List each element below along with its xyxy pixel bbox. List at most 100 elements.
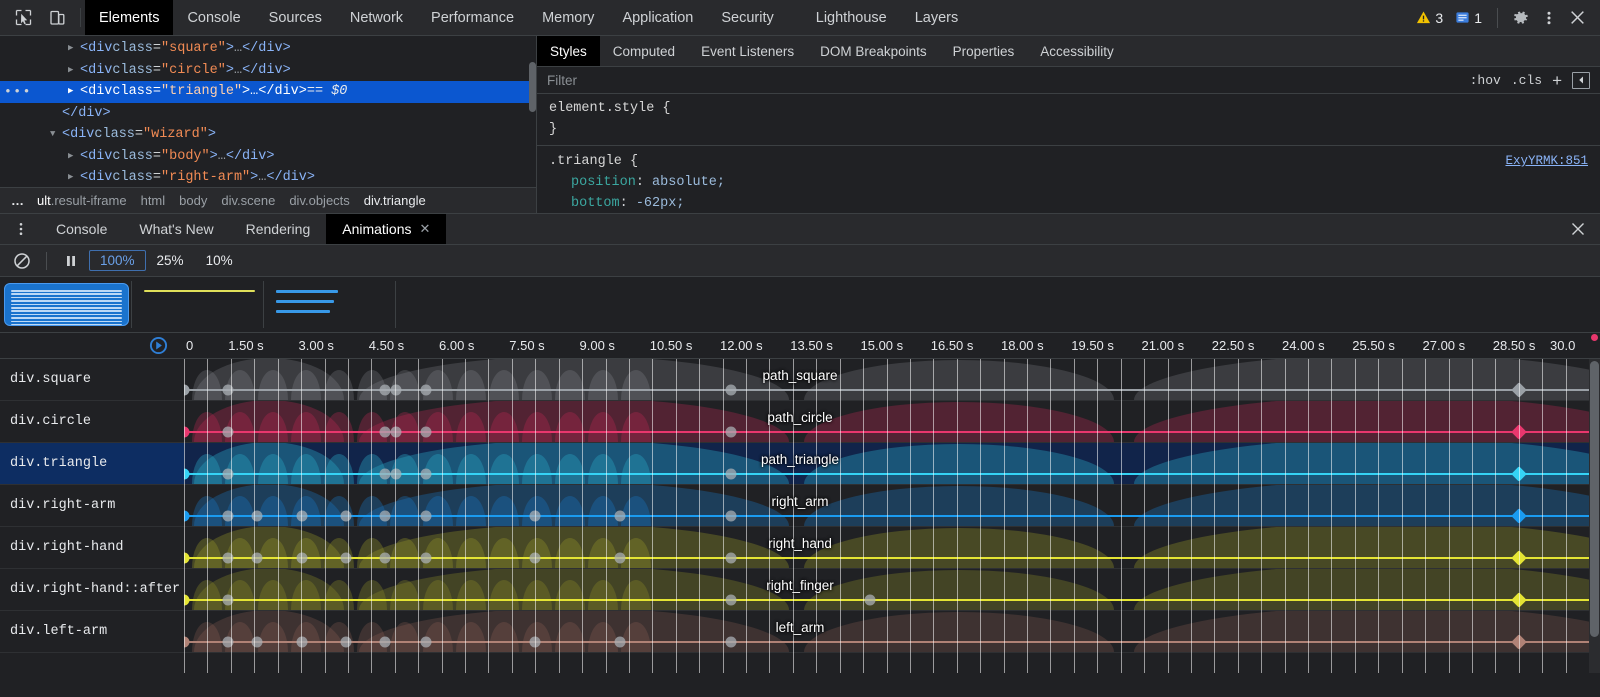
- animation-track[interactable]: [184, 485, 1600, 526]
- dom-node-row[interactable]: </div>: [0, 103, 536, 125]
- dom-node-row[interactable]: ▶<div class="body">…</div>: [0, 146, 536, 168]
- animation-keyframe-marker[interactable]: [379, 385, 390, 396]
- disclosure-triangle-icon[interactable]: ▶: [68, 60, 78, 82]
- animation-keyframe-marker[interactable]: [420, 427, 431, 438]
- drawer-tab-close-icon[interactable]: ✕: [420, 221, 431, 237]
- styles-tab-properties[interactable]: Properties: [940, 36, 1028, 66]
- gear-icon[interactable]: [1508, 5, 1534, 31]
- animation-keyframe-marker[interactable]: [420, 385, 431, 396]
- styles-tab-event-listeners[interactable]: Event Listeners: [688, 36, 807, 66]
- tab-network[interactable]: Network: [336, 0, 417, 35]
- drawer-close-icon[interactable]: [1556, 214, 1600, 244]
- css-rule-origin[interactable]: ExyYRMK:851: [1505, 151, 1588, 172]
- animation-row[interactable]: div.right-arm: [0, 485, 1600, 527]
- breadcrumb-item[interactable]: ult.result-iframe: [30, 193, 134, 208]
- animation-row-selector[interactable]: div.right-hand: [0, 527, 184, 568]
- animation-row-selector[interactable]: div.right-hand::after: [0, 569, 184, 610]
- animations-scrollbar[interactable]: [1589, 359, 1600, 673]
- animation-group-preview[interactable]: [264, 281, 396, 328]
- animation-row-selector[interactable]: div.left-arm: [0, 611, 184, 652]
- animation-keyframe-marker[interactable]: [222, 595, 233, 606]
- dom-node-row[interactable]: ▼<div class="wizard">: [0, 124, 536, 146]
- animation-track[interactable]: [184, 611, 1600, 652]
- message-counter[interactable]: 1: [1450, 10, 1487, 26]
- css-declaration[interactable]: position: absolute;: [549, 172, 1588, 193]
- tab-elements[interactable]: Elements: [85, 0, 173, 35]
- dom-node-row[interactable]: ▶<div class="circle">…</div>: [0, 60, 536, 82]
- animation-keyframe-marker[interactable]: [530, 553, 541, 564]
- animation-keyframe-marker[interactable]: [222, 469, 233, 480]
- css-selector[interactable]: .triangle {: [549, 151, 1588, 172]
- animation-keyframe-marker[interactable]: [391, 385, 402, 396]
- replay-icon[interactable]: [149, 336, 168, 359]
- tab-security[interactable]: Security: [707, 0, 787, 35]
- clear-all-icon[interactable]: [8, 248, 36, 274]
- animation-keyframe-marker[interactable]: [252, 637, 263, 648]
- new-style-rule-button[interactable]: +: [1552, 72, 1562, 89]
- animation-keyframe-marker[interactable]: [379, 469, 390, 480]
- animation-keyframe-marker[interactable]: [530, 511, 541, 522]
- breadcrumb-item[interactable]: html: [134, 193, 173, 208]
- animation-row[interactable]: div.right-hand: [0, 527, 1600, 569]
- drawer-more-tabs-icon[interactable]: [0, 214, 40, 244]
- breadcrumb-item[interactable]: div.triangle: [357, 193, 433, 208]
- animation-keyframe-marker[interactable]: [614, 637, 625, 648]
- animation-keyframe-marker[interactable]: [340, 637, 351, 648]
- computed-sidebar-toggle-icon[interactable]: [1572, 72, 1590, 89]
- animation-row[interactable]: div.right-hand::after: [0, 569, 1600, 611]
- animation-row-selector[interactable]: div.triangle: [0, 443, 184, 484]
- styles-filter-input[interactable]: [547, 73, 1460, 88]
- animation-keyframe-marker[interactable]: [725, 637, 736, 648]
- animation-keyframe-marker[interactable]: [725, 427, 736, 438]
- animation-row-selector[interactable]: div.right-arm: [0, 485, 184, 526]
- close-icon[interactable]: [1564, 5, 1590, 31]
- animation-keyframe-marker[interactable]: [391, 427, 402, 438]
- tab-lighthouse[interactable]: Lighthouse: [802, 0, 901, 35]
- animation-keyframe-marker[interactable]: [222, 385, 233, 396]
- tab-performance[interactable]: Performance: [417, 0, 528, 35]
- styles-tab-dom-breakpoints[interactable]: DOM Breakpoints: [807, 36, 940, 66]
- animation-keyframe-marker[interactable]: [725, 553, 736, 564]
- animation-track[interactable]: [184, 443, 1600, 484]
- dom-node-row[interactable]: •••▶<div class="triangle">…</div> == $0: [0, 81, 536, 103]
- elements-scrollbar-thumb[interactable]: [529, 62, 536, 112]
- playback-speed-25[interactable]: 25%: [146, 250, 195, 271]
- breadcrumb-item[interactable]: div.objects: [282, 193, 356, 208]
- device-toolbar-icon[interactable]: [44, 5, 70, 31]
- css-rule[interactable]: .triangle {position: absolute;bottom: -6…: [537, 145, 1600, 213]
- tab-application[interactable]: Application: [608, 0, 707, 35]
- animation-keyframe-marker[interactable]: [222, 511, 233, 522]
- disclosure-triangle-icon[interactable]: ▶: [68, 146, 78, 168]
- animation-track[interactable]: [184, 569, 1600, 610]
- timeline-ruler[interactable]: 01.50 s3.00 s4.50 s6.00 s7.50 s9.00 s10.…: [0, 333, 1600, 359]
- styles-tab-styles[interactable]: Styles: [537, 36, 600, 66]
- animation-keyframe-marker[interactable]: [864, 595, 875, 606]
- animation-keyframe-marker[interactable]: [340, 511, 351, 522]
- animation-keyframe-marker[interactable]: [530, 637, 541, 648]
- css-selector[interactable]: element.style {: [549, 98, 1588, 119]
- disclosure-triangle-icon[interactable]: ▶: [68, 167, 78, 189]
- node-gutter-dots[interactable]: •••: [4, 81, 32, 103]
- disclosure-triangle-icon[interactable]: ▶: [68, 38, 78, 60]
- animation-keyframe-marker[interactable]: [222, 427, 233, 438]
- animation-keyframe-marker[interactable]: [252, 553, 263, 564]
- drawer-tab-rendering[interactable]: Rendering: [230, 214, 327, 244]
- animation-keyframe-marker[interactable]: [725, 469, 736, 480]
- animation-row-selector[interactable]: div.square: [0, 359, 184, 400]
- kebab-menu-icon[interactable]: [1536, 5, 1562, 31]
- animation-row[interactable]: div.circle: [0, 401, 1600, 443]
- animation-keyframe-marker[interactable]: [725, 595, 736, 606]
- animation-keyframe-marker[interactable]: [222, 637, 233, 648]
- animations-scrollbar-thumb[interactable]: [1590, 361, 1599, 637]
- styles-tab-accessibility[interactable]: Accessibility: [1027, 36, 1127, 66]
- animation-row[interactable]: div.left-arm: [0, 611, 1600, 653]
- drawer-tab-what-s-new[interactable]: What's New: [123, 214, 229, 244]
- animation-keyframe-marker[interactable]: [420, 637, 431, 648]
- dom-node-row[interactable]: ▶<div class="right-arm">…</div>: [0, 167, 536, 189]
- animation-keyframe-marker[interactable]: [614, 553, 625, 564]
- animation-keyframe-marker[interactable]: [340, 553, 351, 564]
- animation-keyframe-marker[interactable]: [379, 637, 390, 648]
- animation-keyframe-marker[interactable]: [725, 385, 736, 396]
- tab-layers[interactable]: Layers: [901, 0, 973, 35]
- animation-keyframe-marker[interactable]: [222, 553, 233, 564]
